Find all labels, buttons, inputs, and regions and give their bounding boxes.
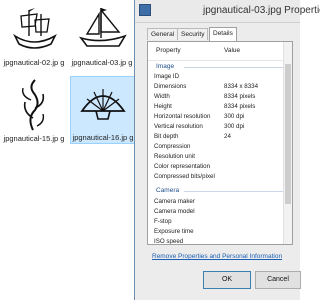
property-row[interactable]: Compression <box>148 143 292 151</box>
section-header-image: Image <box>148 62 292 72</box>
property-row[interactable]: F-stop <box>148 218 292 226</box>
column-header: Property Value <box>148 42 292 61</box>
window-title: jpgnautical-03.jpg Properties <box>203 5 320 16</box>
image-file-icon <box>139 4 151 16</box>
property-row[interactable]: Dimensions 8334 x 8334 <box>148 83 292 91</box>
seaweed-icon <box>7 78 61 132</box>
property-value: 8334 x 8334 <box>224 83 259 90</box>
property-row[interactable]: Camera maker <box>148 198 292 206</box>
properties-window: jpgnautical-03.jpg Properties General Se… <box>134 0 320 300</box>
property-row[interactable]: Compressed bits/pixel <box>148 173 292 181</box>
remove-properties-link[interactable]: Remove Properties and Personal Informati… <box>152 253 282 260</box>
property-name: Color representation <box>154 163 211 170</box>
ok-button[interactable]: OK <box>203 271 251 289</box>
property-name: Width <box>154 93 170 100</box>
tab-general[interactable]: General <box>147 28 179 40</box>
details-panel: Property Value Image Image ID Dimensions 8… <box>147 41 293 245</box>
property-row[interactable]: Height 8334 pixels <box>148 103 292 111</box>
tab-details[interactable]: Details <box>209 27 237 41</box>
property-name: Camera maker <box>154 198 195 205</box>
file-name: jpgnautical-16.jp g <box>72 133 134 142</box>
property-row[interactable]: Color representation <box>148 163 292 171</box>
file-item[interactable]: jpgnautical-15.jp g <box>2 78 66 144</box>
property-row[interactable]: Horizontal resolution 300 dpi <box>148 113 292 121</box>
property-row[interactable]: Vertical resolution 300 dpi <box>148 123 292 131</box>
vertical-scrollbar[interactable] <box>283 42 292 244</box>
window-titlebar[interactable]: jpgnautical-03.jpg Properties <box>135 0 320 23</box>
property-name: Image ID <box>154 73 180 80</box>
property-value: 8334 pixels <box>224 103 256 110</box>
property-name: Bit depth <box>154 133 179 140</box>
property-row[interactable]: Resolution unit <box>148 153 292 161</box>
property-value: 300 dpi <box>224 113 245 120</box>
property-row[interactable]: Camera model <box>148 208 292 216</box>
property-name: Dimensions <box>154 83 187 90</box>
property-value: 8334 pixels <box>224 93 256 100</box>
property-row[interactable]: Width 8334 pixels <box>148 93 292 101</box>
file-name: jpgnautical-15.jp g <box>3 134 65 143</box>
file-item[interactable]: jpgnautical-03.jp g <box>70 2 134 68</box>
property-name: Height <box>154 103 172 110</box>
property-name: Compression <box>154 143 191 150</box>
property-name: ISO speed <box>154 238 184 245</box>
property-name: Exposure time <box>154 228 194 235</box>
property-name: Vertical resolution <box>154 123 203 130</box>
file-item[interactable]: jpgnautical-02.jp g <box>2 2 66 68</box>
seashell-icon <box>76 77 130 131</box>
cancel-button[interactable]: Cancel <box>255 271 301 289</box>
value-column-header[interactable]: Value <box>224 47 240 54</box>
sailing-ship-icon <box>7 2 61 56</box>
property-name: Compressed bits/pixel <box>154 173 215 180</box>
property-name: Horizontal resolution <box>154 113 211 120</box>
property-name: F-stop <box>154 218 172 225</box>
property-value: 24 <box>224 133 231 140</box>
file-name: jpgnautical-03.jp g <box>71 58 133 67</box>
file-item-selected[interactable]: jpgnautical-16.jp g <box>70 76 136 144</box>
property-row[interactable]: Image ID <box>148 73 292 81</box>
file-name: jpgnautical-02.jp g <box>3 58 65 67</box>
property-name: Camera model <box>154 208 195 215</box>
sailboat-icon <box>75 2 129 56</box>
file-explorer-view: jpgnautical-02.jp g jpgnautical-03.jp g <box>0 0 140 300</box>
property-column-header[interactable]: Property <box>156 47 181 54</box>
property-row[interactable]: Bit depth 24 <box>148 133 292 141</box>
tab-security[interactable]: Security <box>177 28 209 40</box>
property-name: Resolution unit <box>154 153 195 160</box>
scrollbar-thumb[interactable] <box>285 64 291 204</box>
property-row[interactable]: Exposure time <box>148 228 292 236</box>
property-row[interactable]: ISO speed <box>148 238 292 245</box>
section-header-camera: Camera <box>148 186 292 196</box>
property-value: 300 dpi <box>224 123 245 130</box>
